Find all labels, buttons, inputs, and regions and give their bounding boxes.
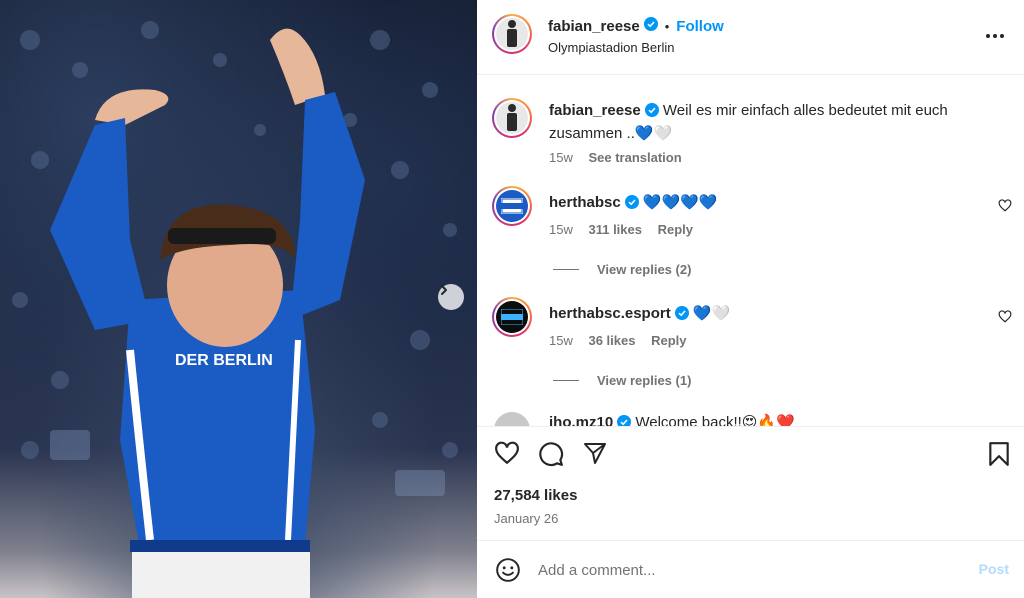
- comment-username[interactable]: jho.mz10: [549, 414, 613, 426]
- caption-text-block: fabian_reese Weil es mir einfach alles b…: [549, 100, 969, 144]
- emoji-button[interactable]: [495, 557, 521, 588]
- comment-text-block: jho.mz10 Welcome back!!😍🔥❤️: [549, 412, 969, 426]
- comment-text: Welcome back!!😍🔥❤️: [635, 414, 795, 426]
- post-date[interactable]: January 26: [494, 511, 558, 526]
- comment-avatar[interactable]: [494, 412, 530, 426]
- like-comment-button[interactable]: [998, 310, 1012, 328]
- view-replies-button[interactable]: View replies (1): [553, 373, 691, 388]
- comment-time[interactable]: 15w: [549, 333, 573, 348]
- paper-plane-icon: [584, 443, 606, 464]
- post-location[interactable]: Olympiastadion Berlin: [548, 40, 674, 55]
- comment-likes[interactable]: 36 likes: [588, 333, 635, 348]
- see-translation-button[interactable]: See translation: [588, 150, 681, 165]
- comments-list: fabian_reese Weil es mir einfach alles b…: [477, 76, 1024, 426]
- smiley-icon: [496, 558, 520, 582]
- heart-outline-icon: [998, 310, 1012, 323]
- caption-avatar-figure-icon: [507, 104, 517, 131]
- jersey-text: DER BERLIN: [175, 352, 273, 369]
- comment-text: 💙🤍: [692, 305, 731, 322]
- like-button[interactable]: [494, 441, 520, 470]
- author-avatar[interactable]: [492, 14, 532, 54]
- comment-username[interactable]: herthabsc: [549, 194, 621, 211]
- comment-text: 💙💙💙💙: [642, 194, 718, 211]
- caption-meta: 15w See translation: [549, 150, 682, 165]
- caption-username[interactable]: fabian_reese: [549, 102, 641, 119]
- reply-button[interactable]: Reply: [658, 222, 693, 237]
- add-comment-bar: Post: [477, 540, 1024, 598]
- photo-illustration: DER BERLIN: [12, 21, 458, 598]
- comment-username[interactable]: herthabsc.esport: [549, 305, 671, 322]
- heart-outline-icon: [998, 199, 1012, 212]
- verified-badge-icon: [674, 305, 689, 326]
- comment-meta: 15w 311 likes Reply: [549, 222, 693, 237]
- verified-badge-icon: [617, 414, 632, 426]
- heart-icon: [495, 441, 519, 465]
- save-button[interactable]: [988, 441, 1010, 472]
- post-header: fabian_reese • Follow Olympiastadion Ber…: [477, 0, 1024, 75]
- comment-text-block: herthabsc.esport 💙🤍: [549, 303, 969, 326]
- hertha-esport-flag-icon: [501, 309, 523, 325]
- like-count[interactable]: 27,584 likes: [494, 487, 577, 504]
- post-detail-panel: fabian_reese • Follow Olympiastadion Ber…: [477, 0, 1024, 598]
- chevron-right-icon: [441, 285, 447, 295]
- verified-badge-icon: [624, 194, 639, 215]
- separator-dot: •: [664, 19, 670, 34]
- view-replies-button[interactable]: View replies (2): [553, 262, 691, 277]
- caption-time[interactable]: 15w: [549, 150, 573, 165]
- comment-bubble-icon: [539, 442, 564, 467]
- like-comment-button[interactable]: [998, 199, 1012, 217]
- more-dots-icon: [986, 34, 1004, 38]
- author-avatar-figure-icon: [507, 20, 517, 47]
- post-photo: DER BERLIN: [0, 0, 477, 598]
- comment-text-block: herthabsc 💙💙💙💙: [549, 192, 969, 215]
- comment-meta: 15w 36 likes Reply: [549, 333, 687, 348]
- post-comment-button[interactable]: Post: [979, 561, 1009, 577]
- comment-input[interactable]: [538, 559, 958, 581]
- view-replies-label: View replies (1): [597, 373, 692, 388]
- view-replies-line: [553, 269, 579, 270]
- comment-avatar[interactable]: [492, 186, 532, 226]
- post-actions: 27,584 likes January 26: [477, 426, 1024, 540]
- hertha-flag-icon: [501, 198, 523, 214]
- follow-button[interactable]: Follow: [676, 18, 724, 35]
- comment-time[interactable]: 15w: [549, 222, 573, 237]
- caption-avatar[interactable]: [492, 98, 532, 138]
- reply-button[interactable]: Reply: [651, 333, 686, 348]
- next-photo-button[interactable]: [438, 284, 464, 310]
- more-options-button[interactable]: [986, 26, 1004, 44]
- comment-likes[interactable]: 311 likes: [588, 222, 642, 237]
- share-button[interactable]: [582, 441, 608, 470]
- author-username[interactable]: fabian_reese: [548, 18, 640, 35]
- view-replies-line: [553, 380, 579, 381]
- comment-button[interactable]: [538, 441, 564, 472]
- bookmark-icon: [989, 442, 1009, 466]
- verified-badge-icon: [643, 17, 658, 36]
- comment-avatar[interactable]: [492, 297, 532, 337]
- verified-badge-icon: [644, 102, 659, 123]
- view-replies-label: View replies (2): [597, 262, 692, 277]
